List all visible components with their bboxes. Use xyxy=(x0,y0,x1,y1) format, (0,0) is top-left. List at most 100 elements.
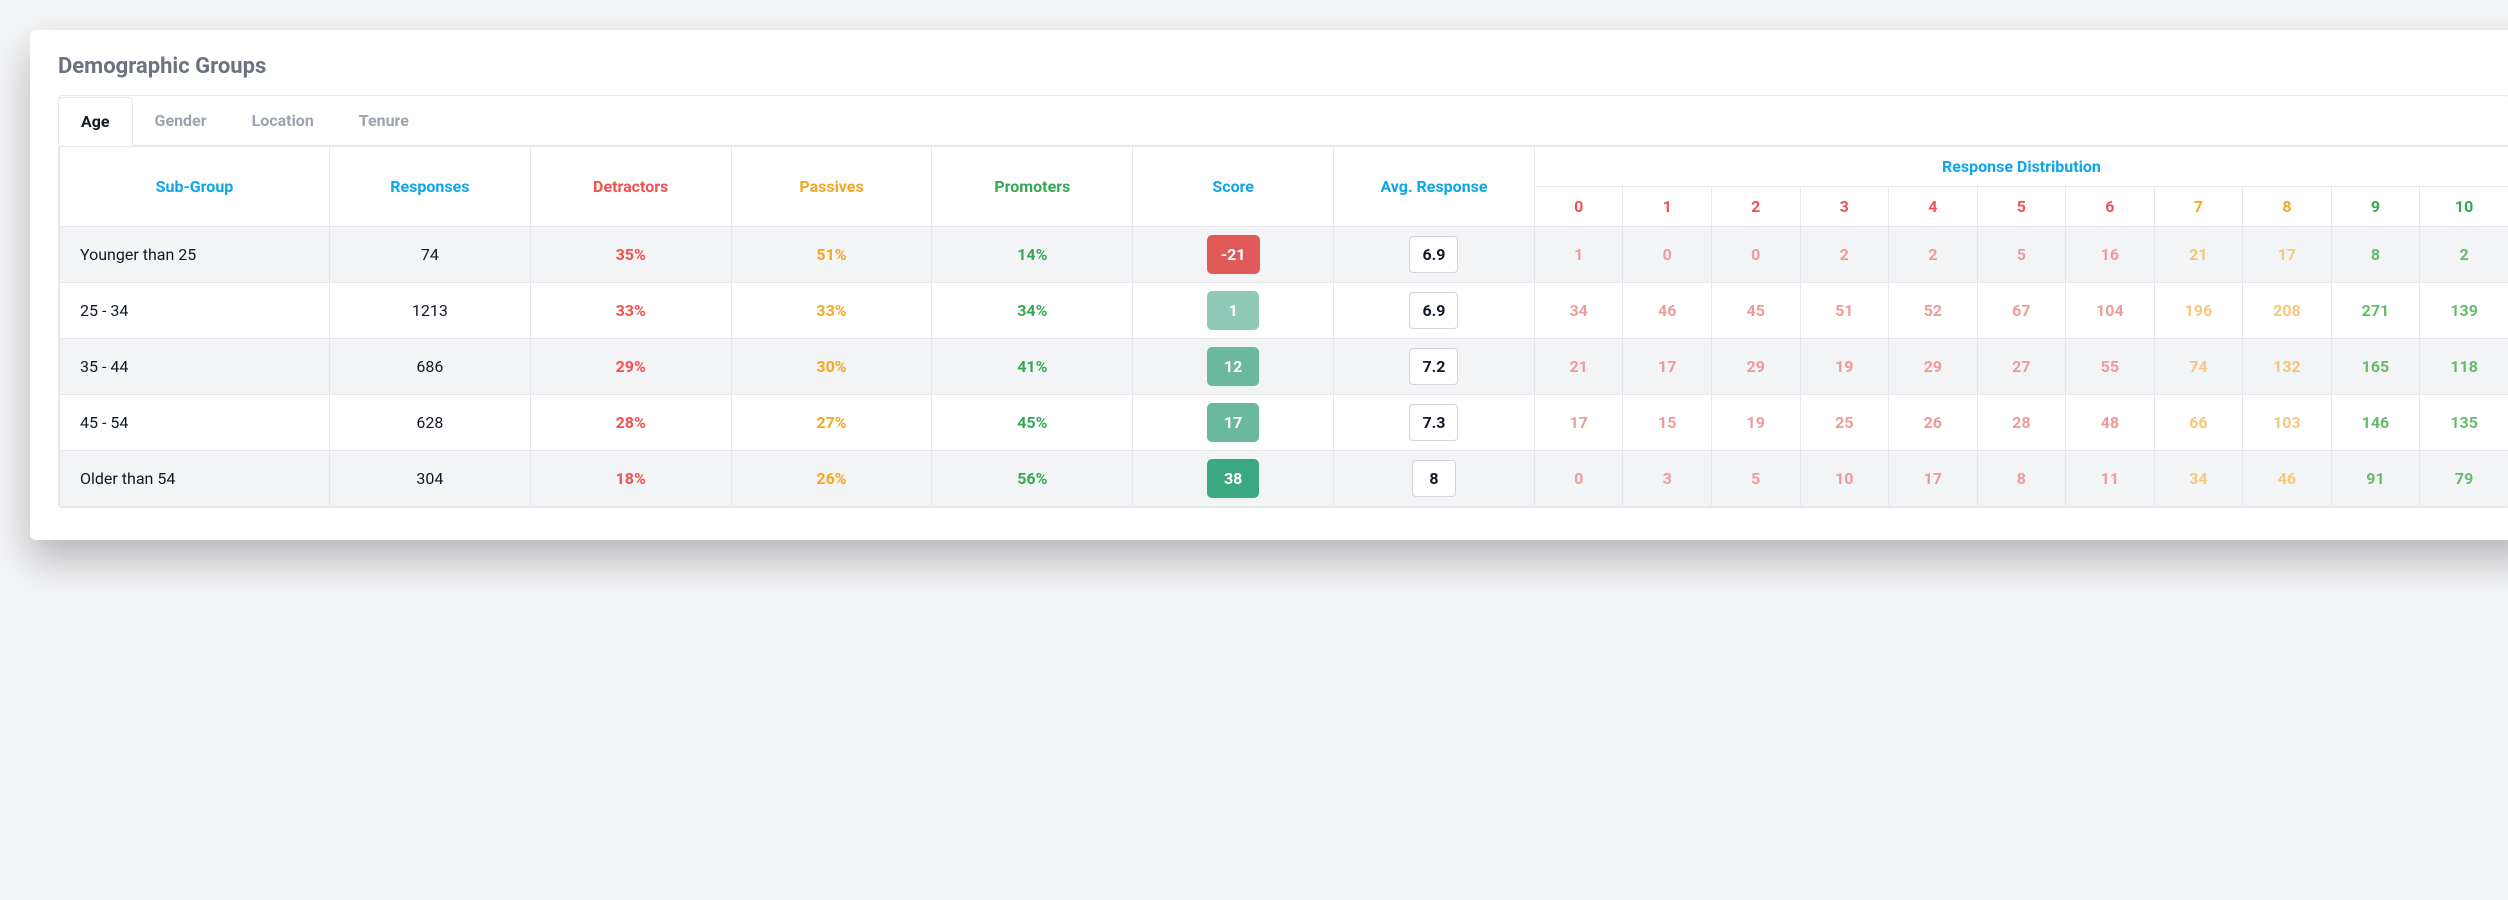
cell-dist-4: 17 xyxy=(1889,451,1978,507)
cell-subgroup: 45 - 54 xyxy=(60,395,330,451)
cell-dist-9: 8 xyxy=(2331,227,2420,283)
score-badge: 38 xyxy=(1207,459,1259,498)
cell-score: 38 xyxy=(1133,451,1334,507)
cell-dist-8: 17 xyxy=(2243,227,2332,283)
cell-dist-1: 46 xyxy=(1623,283,1712,339)
cell-avg: 7.3 xyxy=(1334,395,1535,451)
cell-dist-0: 0 xyxy=(1534,451,1623,507)
cell-promoters: 41% xyxy=(932,339,1133,395)
cell-dist-10: 79 xyxy=(2420,451,2508,507)
tab-age[interactable]: Age xyxy=(58,97,133,146)
tab-tenure[interactable]: Tenure xyxy=(337,97,432,146)
header-dist-2[interactable]: 2 xyxy=(1711,187,1800,227)
cell-dist-5: 27 xyxy=(1977,339,2066,395)
header-score[interactable]: Score xyxy=(1133,147,1334,227)
header-dist-1[interactable]: 1 xyxy=(1623,187,1712,227)
card-title: Demographic Groups xyxy=(58,54,2508,79)
cell-responses: 686 xyxy=(329,339,530,395)
table-row: 45 - 5462828%27%45%177.31715192526284866… xyxy=(60,395,2508,451)
avg-badge: 6.9 xyxy=(1409,292,1458,329)
cell-dist-7: 21 xyxy=(2154,227,2243,283)
header-detractors[interactable]: Detractors xyxy=(530,147,731,227)
cell-dist-7: 66 xyxy=(2154,395,2243,451)
header-dist-5[interactable]: 5 xyxy=(1977,187,2066,227)
header-distribution[interactable]: Response Distribution xyxy=(1534,147,2508,187)
cell-dist-1: 3 xyxy=(1623,451,1712,507)
cell-promoters: 34% xyxy=(932,283,1133,339)
cell-responses: 1213 xyxy=(329,283,530,339)
avg-badge: 8 xyxy=(1412,460,1456,497)
cell-dist-3: 25 xyxy=(1800,395,1889,451)
cell-dist-5: 5 xyxy=(1977,227,2066,283)
header-subgroup[interactable]: Sub-Group xyxy=(60,147,330,227)
cell-dist-5: 8 xyxy=(1977,451,2066,507)
cell-dist-2: 19 xyxy=(1711,395,1800,451)
cell-subgroup: Younger than 25 xyxy=(60,227,330,283)
cell-dist-0: 34 xyxy=(1534,283,1623,339)
header-dist-9[interactable]: 9 xyxy=(2331,187,2420,227)
cell-score: 1 xyxy=(1133,283,1334,339)
header-dist-7[interactable]: 7 xyxy=(2154,187,2243,227)
cell-promoters: 45% xyxy=(932,395,1133,451)
cell-detractors: 18% xyxy=(530,451,731,507)
cell-dist-9: 146 xyxy=(2331,395,2420,451)
cell-dist-10: 139 xyxy=(2420,283,2508,339)
cell-dist-10: 118 xyxy=(2420,339,2508,395)
cell-score: -21 xyxy=(1133,227,1334,283)
cell-dist-8: 103 xyxy=(2243,395,2332,451)
header-dist-3[interactable]: 3 xyxy=(1800,187,1889,227)
cell-dist-6: 48 xyxy=(2066,395,2155,451)
header-dist-0[interactable]: 0 xyxy=(1534,187,1623,227)
cell-subgroup: Older than 54 xyxy=(60,451,330,507)
cell-avg: 6.9 xyxy=(1334,283,1535,339)
cell-dist-5: 28 xyxy=(1977,395,2066,451)
cell-dist-0: 17 xyxy=(1534,395,1623,451)
cell-passives: 33% xyxy=(731,283,932,339)
cell-dist-10: 135 xyxy=(2420,395,2508,451)
score-badge: 17 xyxy=(1207,403,1259,442)
avg-badge: 6.9 xyxy=(1409,236,1458,273)
cell-dist-8: 46 xyxy=(2243,451,2332,507)
cell-dist-6: 16 xyxy=(2066,227,2155,283)
header-responses[interactable]: Responses xyxy=(329,147,530,227)
cell-dist-2: 0 xyxy=(1711,227,1800,283)
cell-dist-3: 2 xyxy=(1800,227,1889,283)
cell-responses: 304 xyxy=(329,451,530,507)
cell-score: 12 xyxy=(1133,339,1334,395)
tab-location[interactable]: Location xyxy=(230,97,337,146)
panel: AgeGenderLocationTenure Sub-Group Respon… xyxy=(58,95,2508,508)
cell-dist-7: 34 xyxy=(2154,451,2243,507)
cell-dist-7: 74 xyxy=(2154,339,2243,395)
cell-avg: 8 xyxy=(1334,451,1535,507)
tab-gender[interactable]: Gender xyxy=(133,97,230,146)
header-dist-8[interactable]: 8 xyxy=(2243,187,2332,227)
cell-promoters: 14% xyxy=(932,227,1133,283)
cell-dist-3: 51 xyxy=(1800,283,1889,339)
cell-subgroup: 25 - 34 xyxy=(60,283,330,339)
header-avg[interactable]: Avg. Response xyxy=(1334,147,1535,227)
header-dist-10[interactable]: 10 xyxy=(2420,187,2508,227)
cell-dist-8: 208 xyxy=(2243,283,2332,339)
demographic-table: Sub-Group Responses Detractors Passives … xyxy=(59,146,2508,507)
cell-dist-9: 271 xyxy=(2331,283,2420,339)
cell-dist-6: 104 xyxy=(2066,283,2155,339)
cell-passives: 26% xyxy=(731,451,932,507)
cell-dist-4: 52 xyxy=(1889,283,1978,339)
header-dist-6[interactable]: 6 xyxy=(2066,187,2155,227)
cell-dist-7: 196 xyxy=(2154,283,2243,339)
cell-dist-2: 5 xyxy=(1711,451,1800,507)
cell-dist-2: 45 xyxy=(1711,283,1800,339)
cell-dist-8: 132 xyxy=(2243,339,2332,395)
cell-responses: 628 xyxy=(329,395,530,451)
cell-score: 17 xyxy=(1133,395,1334,451)
header-passives[interactable]: Passives xyxy=(731,147,932,227)
header-promoters[interactable]: Promoters xyxy=(932,147,1133,227)
cell-dist-1: 0 xyxy=(1623,227,1712,283)
cell-dist-0: 21 xyxy=(1534,339,1623,395)
score-badge: 12 xyxy=(1207,347,1259,386)
cell-dist-6: 55 xyxy=(2066,339,2155,395)
cell-promoters: 56% xyxy=(932,451,1133,507)
header-dist-4[interactable]: 4 xyxy=(1889,187,1978,227)
table-row: 35 - 4468629%30%41%127.22117291929275574… xyxy=(60,339,2508,395)
cell-dist-3: 10 xyxy=(1800,451,1889,507)
